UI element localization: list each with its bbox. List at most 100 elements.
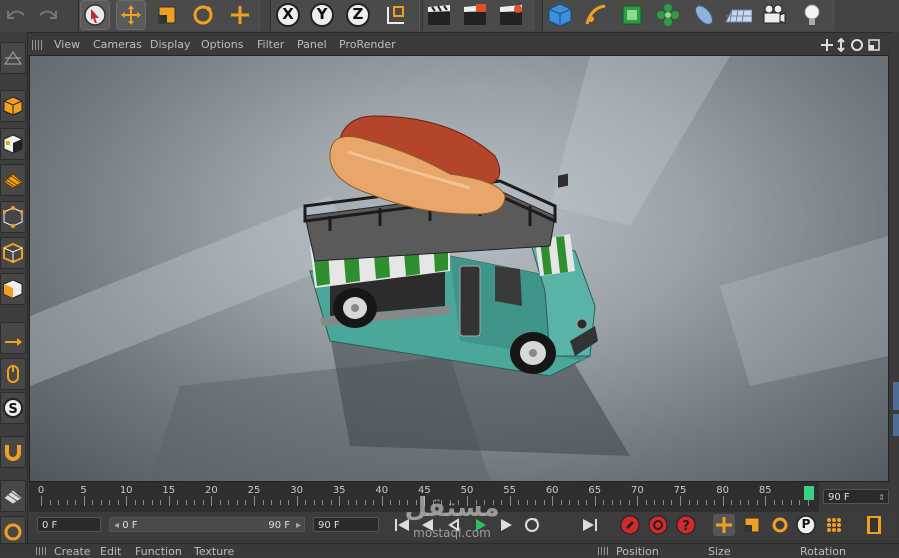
- timeline-tick: [645, 500, 647, 505]
- make-editable-icon[interactable]: [0, 42, 26, 74]
- menu-create[interactable]: Create: [54, 545, 91, 558]
- workplane-mode-icon[interactable]: [0, 164, 26, 196]
- camera-icon[interactable]: [760, 1, 788, 29]
- polygons-mode-icon[interactable]: [0, 273, 26, 305]
- deformer-icon[interactable]: [690, 1, 718, 29]
- timeline-tick: [662, 500, 664, 505]
- timeline-label: 80: [716, 485, 729, 496]
- record-keys-icon[interactable]: [619, 514, 641, 536]
- recent-tool-icon[interactable]: [226, 1, 254, 29]
- model-mode-icon[interactable]: [0, 90, 26, 122]
- timeline-playhead[interactable]: [804, 486, 814, 500]
- timeline-tick: [705, 500, 707, 505]
- axis-mode-icon[interactable]: [0, 322, 26, 354]
- svg-text:?: ?: [682, 519, 690, 534]
- timeline-label: 30: [290, 485, 303, 496]
- z-axis-label: Z: [352, 5, 364, 23]
- timeline-label: 85: [758, 485, 772, 496]
- max-frame-field[interactable]: 90 F: [313, 517, 379, 532]
- timeline-tick: [373, 500, 375, 505]
- timeline-tick: [620, 500, 622, 505]
- timeline-tick: [151, 500, 153, 505]
- timeline-tick: [680, 496, 681, 506]
- rotate-icon[interactable]: [189, 1, 217, 29]
- scale-icon[interactable]: [153, 1, 181, 29]
- timeline-tick: [782, 500, 784, 505]
- floor-icon[interactable]: [724, 1, 752, 29]
- redo-icon[interactable]: [34, 1, 62, 29]
- timeline-window-icon[interactable]: [863, 514, 885, 536]
- tweak-mode-icon[interactable]: [0, 358, 26, 390]
- y-axis-lock[interactable]: Y: [308, 1, 336, 29]
- timeline-tick: [714, 500, 716, 505]
- key-scale-icon[interactable]: [741, 514, 763, 536]
- timeline-tick: [296, 496, 298, 506]
- go-to-end-icon[interactable]: [579, 514, 601, 536]
- live-selection-icon[interactable]: [80, 0, 110, 30]
- timeline-tick: [586, 500, 588, 505]
- key-parameter-icon[interactable]: P: [795, 514, 817, 536]
- lock-workplane-icon[interactable]: [0, 480, 26, 512]
- light-icon[interactable]: [798, 1, 826, 29]
- pen-spline-icon[interactable]: [582, 1, 610, 29]
- menu-filter[interactable]: Filter: [257, 38, 284, 51]
- timeline-label: 40: [375, 485, 389, 496]
- subdivision-icon[interactable]: [618, 1, 646, 29]
- menu-display[interactable]: Display: [150, 38, 191, 51]
- viewport-menu-bar: View Cameras Display Options Filter Pane…: [28, 36, 889, 54]
- timeline-tick: [254, 496, 255, 506]
- viewport-nav-icons[interactable]: [821, 38, 885, 52]
- coordinate-system-icon[interactable]: [382, 1, 410, 29]
- range-left-arrow-icon[interactable]: ◂: [114, 520, 119, 531]
- render-view-icon[interactable]: [425, 1, 453, 29]
- move-icon[interactable]: [116, 0, 146, 30]
- timeline-tick: [390, 500, 392, 505]
- menu-options[interactable]: Options: [201, 38, 243, 51]
- edges-mode-icon[interactable]: [0, 237, 26, 269]
- autokeying-icon[interactable]: [647, 514, 669, 536]
- materials-grip-icon[interactable]: [36, 547, 46, 555]
- menu-texture[interactable]: Texture: [194, 545, 234, 558]
- z-axis-lock[interactable]: Z: [344, 1, 372, 29]
- menu-edit[interactable]: Edit: [100, 545, 121, 558]
- cube-object-icon[interactable]: [546, 1, 574, 29]
- main-toolbar: X Y Z: [0, 0, 899, 33]
- x-axis-lock[interactable]: X: [274, 1, 302, 29]
- texture-mode-icon[interactable]: [0, 128, 26, 160]
- 3d-viewport[interactable]: [29, 55, 889, 482]
- solo-icon[interactable]: S: [0, 392, 26, 424]
- timeline-tick: [339, 496, 341, 506]
- frame-range-slider[interactable]: ◂ 0 F 90 F ▸: [109, 517, 305, 532]
- menu-prorender[interactable]: ProRender: [339, 38, 396, 51]
- undo-icon[interactable]: [2, 1, 30, 29]
- timeline-end-field[interactable]: 90 F ⇕: [823, 489, 889, 504]
- timeline-tick: [160, 500, 162, 505]
- timeline-tick: [560, 500, 562, 505]
- stepper-arrows-icon[interactable]: ⇕: [878, 490, 885, 505]
- menu-cameras[interactable]: Cameras: [93, 38, 142, 51]
- key-pla-icon[interactable]: [823, 514, 845, 536]
- points-mode-icon[interactable]: [0, 201, 26, 233]
- menu-function[interactable]: Function: [135, 545, 182, 558]
- wheel-front: [510, 332, 556, 374]
- timeline-label: 65: [588, 485, 602, 496]
- viewport-grip-icon[interactable]: [32, 40, 42, 50]
- coord-position-label: Position: [616, 545, 659, 558]
- watermark-arabic: مستقل: [404, 493, 500, 523]
- render-settings-icon[interactable]: [497, 1, 525, 29]
- timeline-tick: [117, 500, 119, 505]
- cloner-icon[interactable]: [654, 1, 682, 29]
- coordinates-grip-icon[interactable]: [598, 547, 608, 555]
- key-position-icon[interactable]: [713, 514, 735, 536]
- key-rotation-icon[interactable]: [769, 514, 791, 536]
- menu-view[interactable]: View: [54, 38, 80, 51]
- range-right-arrow-icon[interactable]: ▸: [296, 518, 301, 533]
- snap-magnet-icon[interactable]: [0, 436, 26, 468]
- current-frame-field[interactable]: 0 F: [37, 517, 101, 532]
- menu-panel[interactable]: Panel: [297, 38, 327, 51]
- render-picture-viewer-icon[interactable]: [461, 1, 489, 29]
- loop-icon[interactable]: [521, 514, 543, 536]
- timeline-tick: [603, 500, 605, 505]
- timeline-label: 10: [119, 485, 133, 496]
- keyframe-selection-icon[interactable]: ?: [675, 514, 697, 536]
